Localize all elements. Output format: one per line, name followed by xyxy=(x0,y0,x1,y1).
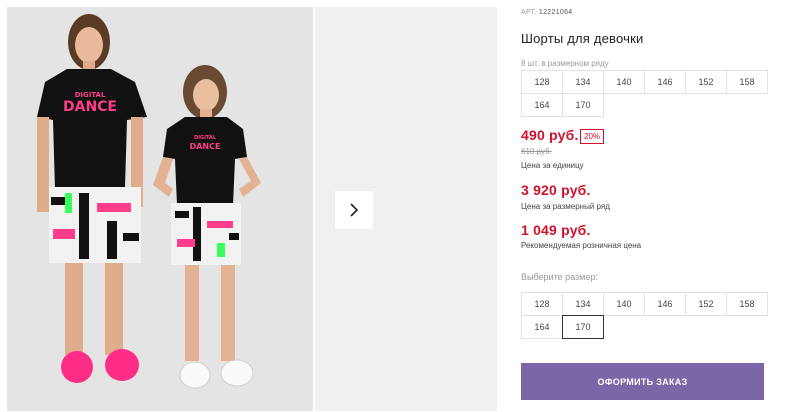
pack-size-128: 128 xyxy=(521,70,563,94)
retail-price-caption: Рекомендуемая розничная цена xyxy=(521,241,642,250)
pack-price-caption: Цена за размерный ряд xyxy=(521,202,610,211)
old-price: 610 руб. xyxy=(521,147,552,156)
place-order-button[interactable]: ОФОРМИТЬ ЗАКАЗ xyxy=(521,363,764,400)
size-option-170-selected[interactable]: 170 xyxy=(562,315,604,339)
unit-price: 490 руб. xyxy=(521,127,579,143)
size-option-152[interactable]: 152 xyxy=(685,292,727,316)
pack-size-134: 134 xyxy=(562,70,604,94)
product-info-panel: АРТ. 12221064 Шорты для девочки 8 шт. в … xyxy=(521,0,781,412)
next-photo-button[interactable] xyxy=(335,191,373,229)
pack-size-164: 164 xyxy=(521,93,563,117)
pack-size-170: 170 xyxy=(562,93,604,117)
adult-shirt-line1: DIGITAL xyxy=(75,91,106,99)
discount-badge: 20% xyxy=(580,129,605,144)
pack-size-152: 152 xyxy=(685,70,727,94)
chevron-right-icon xyxy=(350,203,359,217)
size-option-158[interactable]: 158 xyxy=(726,292,768,316)
size-option-128[interactable]: 128 xyxy=(521,292,563,316)
child-shirt-line2: DANCE xyxy=(190,142,221,151)
pack-size-140: 140 xyxy=(603,70,645,94)
product-title: Шорты для девочки xyxy=(521,31,644,46)
size-option-140[interactable]: 140 xyxy=(603,292,645,316)
size-selector: 128 134 140 146 152 158 164 170 xyxy=(521,292,768,339)
pack-price: 3 920 руб. xyxy=(521,182,591,198)
choose-size-label: Выберите размер: xyxy=(521,272,598,282)
child-shirt-line1: DIGITAL xyxy=(194,135,217,141)
unit-price-caption: Цена за единицу xyxy=(521,161,584,170)
pack-note: 8 шт. в размерном ряду xyxy=(521,59,609,68)
product-photo[interactable]: DIGITAL DANCE DIGITAL DANCE xyxy=(7,7,313,411)
article-value: 12221064 xyxy=(538,9,573,16)
pack-size-146: 146 xyxy=(644,70,686,94)
models-illustration: DIGITAL DANCE DIGITAL DANCE xyxy=(7,7,313,411)
size-option-134[interactable]: 134 xyxy=(562,292,604,316)
retail-price: 1 049 руб. xyxy=(521,222,591,238)
adult-shirt-line2: DANCE xyxy=(63,99,117,115)
size-option-164[interactable]: 164 xyxy=(521,315,563,339)
pack-size-grid: 128 134 140 146 152 158 164 170 xyxy=(521,70,768,117)
article-number: АРТ. 12221064 xyxy=(521,9,572,16)
size-option-146[interactable]: 146 xyxy=(644,292,686,316)
product-gallery: DIGITAL DANCE DIGITAL DANCE xyxy=(0,0,497,412)
pack-size-158: 158 xyxy=(726,70,768,94)
article-label: АРТ. xyxy=(521,9,537,16)
